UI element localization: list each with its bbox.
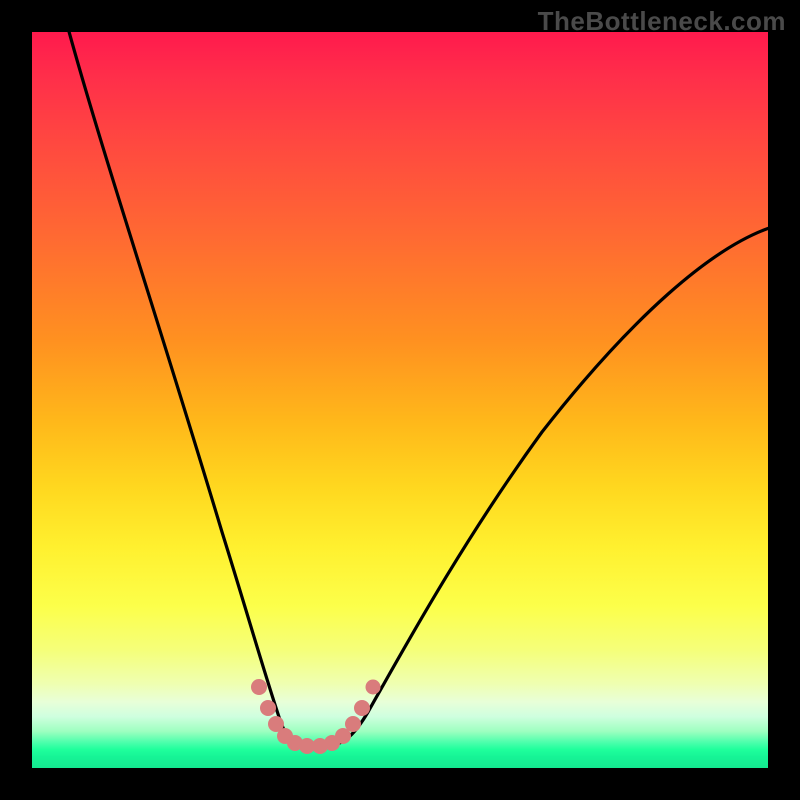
curve-svg: [32, 32, 768, 768]
chart-frame: TheBottleneck.com: [0, 0, 800, 800]
plot-area: [32, 32, 768, 768]
bottleneck-curve: [68, 32, 768, 745]
watermark-text: TheBottleneck.com: [538, 6, 786, 37]
